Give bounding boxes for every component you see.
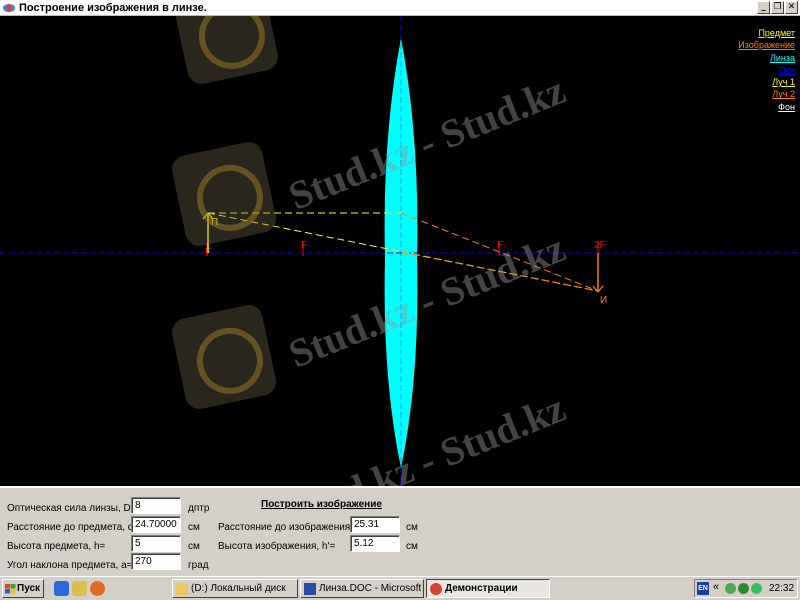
legend-ray-1[interactable]: Луч 1 — [738, 76, 795, 88]
ray2-center-tail — [400, 251, 599, 292]
firefox-icon[interactable] — [90, 581, 105, 596]
network-icon[interactable] — [725, 583, 736, 594]
word-icon — [304, 583, 316, 595]
outlook-icon[interactable] — [72, 581, 87, 596]
image-label: И — [600, 295, 607, 306]
task-label: Линза.DOC - Microsoft ... — [319, 583, 424, 594]
legend-object[interactable]: Предмет — [738, 27, 795, 39]
start-button[interactable]: Пуск — [2, 579, 44, 598]
object-angle-input[interactable]: 270 — [131, 553, 181, 570]
object-distance-unit: см — [188, 522, 200, 533]
focus-label-right: F — [497, 240, 503, 251]
double-focus-label-right: 2F — [594, 240, 606, 251]
object-height-input[interactable]: 5 — [131, 535, 181, 552]
legend-ray-2[interactable]: Луч 2 — [738, 88, 795, 100]
ray1-refracted — [400, 212, 599, 292]
restore-button[interactable]: ❐ — [771, 1, 784, 14]
app-icon — [430, 583, 442, 595]
lens-power-unit: дптр — [188, 503, 210, 514]
lens-power-label: Оптическая сила линзы, D= — [7, 503, 137, 514]
build-image-button[interactable]: Построить изображение — [261, 499, 382, 510]
control-panel: Оптическая сила линзы, D= 8 дптр Расстоя… — [0, 486, 800, 576]
image-height-label: Высота изображения, h'= — [218, 541, 336, 552]
window-title-bar[interactable]: Построение изображения в линзе. _ ❐ ✕ — [0, 0, 800, 16]
object-height-unit: см — [188, 541, 200, 552]
app-icon — [3, 3, 15, 12]
object-height-label: Высота предмета, h= — [7, 541, 106, 552]
focus-label-left: F — [301, 240, 307, 251]
antivirus-icon[interactable] — [751, 583, 762, 594]
object-angle-label: Угол наклона предмета, a= — [7, 560, 133, 571]
language-indicator[interactable]: EN — [697, 582, 709, 595]
object-label: П — [211, 217, 218, 228]
image-distance-label: Расстояние до изображения, f= — [218, 522, 365, 533]
legend-lens[interactable]: Линза — [738, 52, 795, 64]
color-legend: Предмет Изображение Линза Оси Луч 1 Луч … — [738, 27, 795, 113]
task-word-document[interactable]: Линза.DOC - Microsoft ... — [300, 579, 424, 598]
minimize-button[interactable]: _ — [757, 1, 770, 14]
task-label: (D:) Локальный диск — [191, 583, 286, 594]
window-controls: _ ❐ ✕ — [757, 1, 798, 14]
legend-axes[interactable]: Оси — [738, 64, 795, 76]
drawing-canvas[interactable]: F F F 2F П И Stud.kz - Stud.kz Stud.kz -… — [0, 16, 800, 486]
window-title: Построение изображения в линзе. — [19, 1, 207, 14]
windows-logo-icon — [5, 584, 16, 594]
object-distance-label: Расстояние до предмета, d= — [7, 522, 140, 533]
start-label: Пуск — [17, 583, 41, 594]
close-button[interactable]: ✕ — [785, 1, 798, 14]
ie-icon[interactable] — [54, 581, 69, 596]
object-distance-input[interactable]: 24.70000 — [131, 516, 181, 533]
legend-image[interactable]: Изображение — [738, 39, 795, 51]
security-icon[interactable] — [738, 583, 749, 594]
taskbar: Пуск (D:) Локальный диск Линза.DOC - Mic… — [0, 576, 800, 600]
object-angle-unit: град — [188, 560, 209, 571]
system-tray: EN « 22:32 — [694, 579, 798, 598]
clock: 22:32 — [769, 583, 795, 594]
task-demonstrations[interactable]: Демонстрации — [426, 579, 550, 598]
image-height-output: 5.12 — [350, 535, 400, 552]
image-distance-output: 25.31 — [350, 516, 400, 533]
image-height-unit: см — [406, 541, 418, 552]
legend-background[interactable]: Фон — [738, 101, 795, 113]
image-distance-unit: см — [406, 522, 418, 533]
lens-power-input[interactable]: 8 — [131, 497, 181, 514]
optics-diagram: F F F 2F П И — [0, 16, 800, 486]
task-local-disk[interactable]: (D:) Локальный диск — [172, 579, 298, 598]
folder-icon — [176, 583, 188, 595]
task-label: Демонстрации — [445, 583, 518, 594]
show-hidden-icons-icon[interactable]: « — [713, 581, 719, 593]
